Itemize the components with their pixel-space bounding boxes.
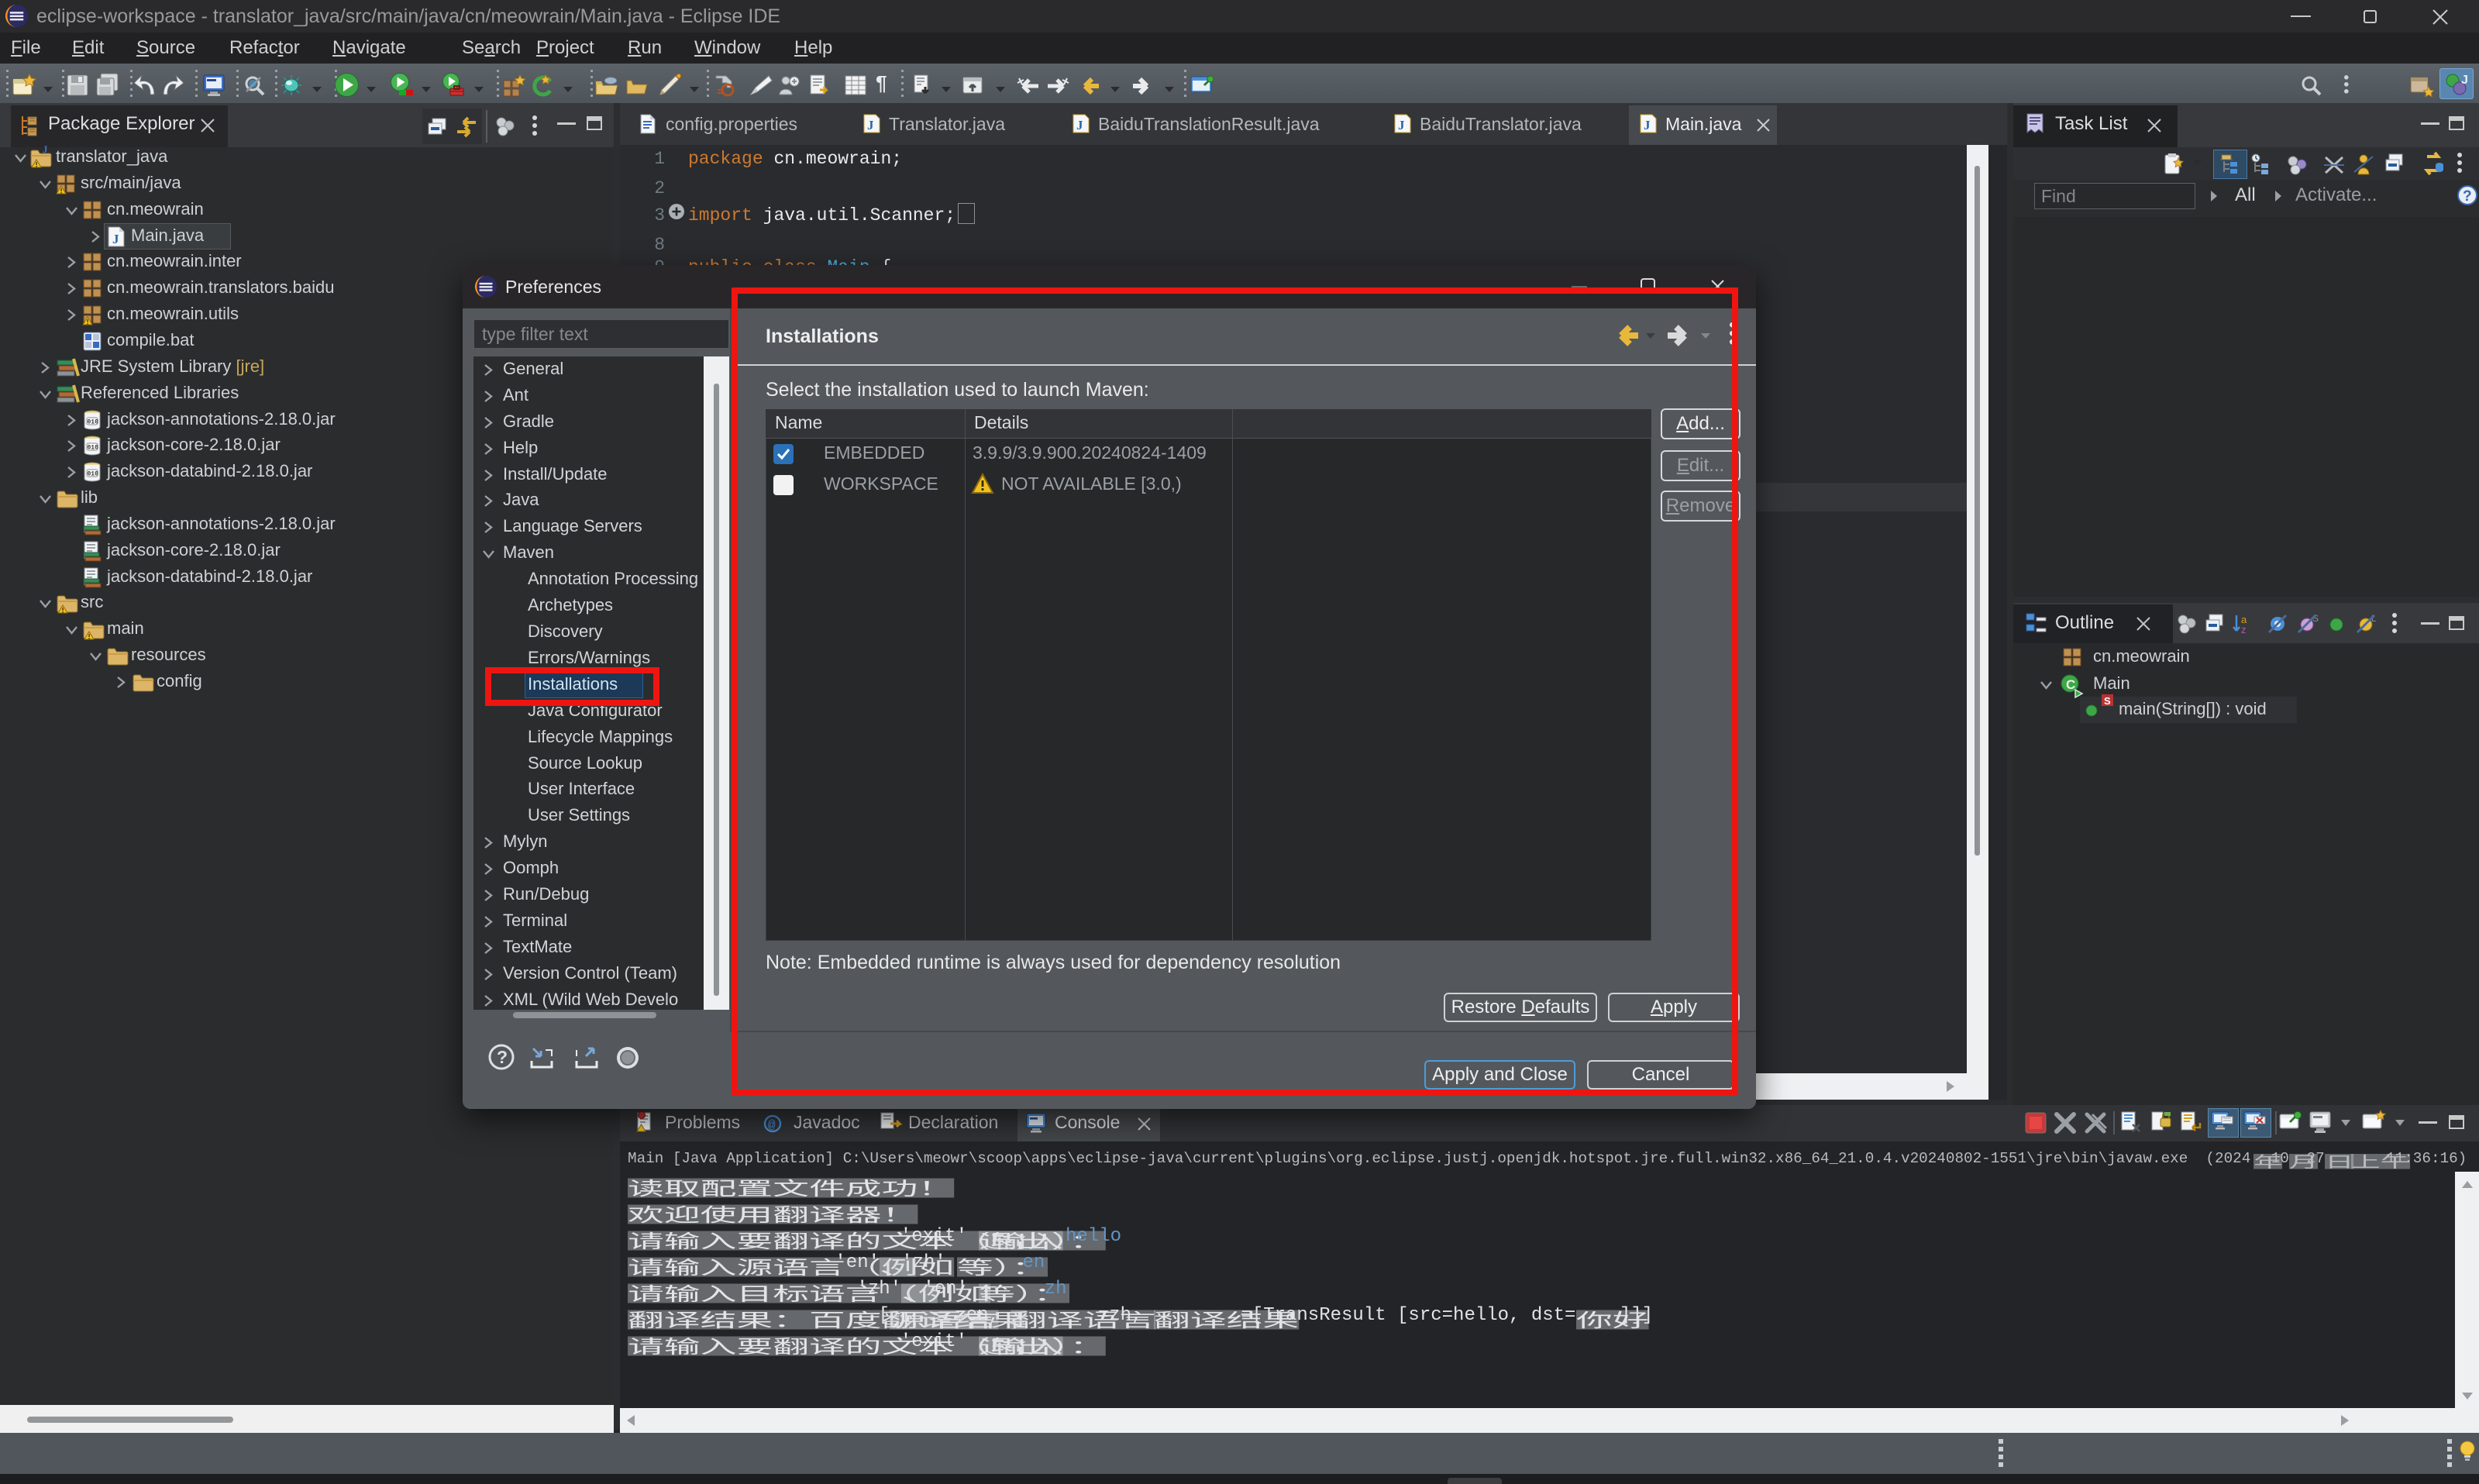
svg-text:@: @ [768,1118,776,1132]
svg-text:J: J [2461,74,2468,87]
svg-text:z: z [2241,624,2247,635]
svg-text:J: J [43,143,48,155]
svg-text:010: 010 [88,471,99,478]
svg-text:010: 010 [88,419,99,426]
svg-text:?: ? [2463,188,2472,205]
svg-text:J: J [1398,118,1405,133]
svg-text:J: J [112,232,119,246]
svg-text:010: 010 [88,445,99,452]
svg-text:J: J [1076,118,1083,133]
svg-text:J: J [867,118,874,133]
svg-text:C: C [2066,677,2075,692]
svg-text:J: J [1644,118,1651,133]
svg-text:S: S [2104,695,2111,707]
svg-text:?: ? [497,1047,508,1067]
